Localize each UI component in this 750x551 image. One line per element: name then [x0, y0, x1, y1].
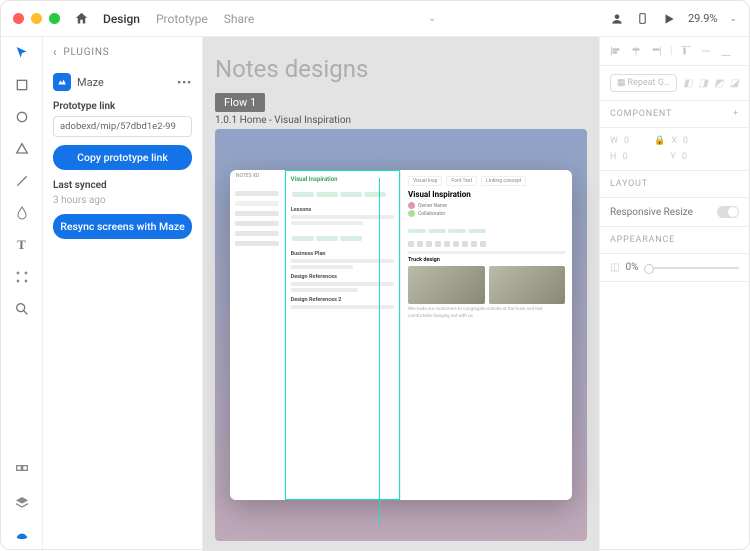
last-synced-value: 3 hours ago	[53, 195, 192, 206]
boolean-exclude-icon[interactable]: ◪	[730, 78, 739, 89]
window-controls[interactable]	[13, 13, 60, 24]
tab-design[interactable]: Design	[103, 12, 140, 26]
last-synced-label: Last synced	[53, 180, 192, 191]
notes-app-preview: NOTES XD Visual Inspiration Lessons Busi…	[230, 170, 572, 500]
preview-middle-pane: Visual Inspiration Lessons Business Plan…	[285, 170, 401, 500]
play-icon[interactable]	[662, 12, 676, 26]
prototype-link-field[interactable]: adobexd/mip/57dbd1e2-99	[53, 116, 192, 137]
panel-title: PLUGINS	[63, 47, 109, 58]
component-header: COMPONENT	[610, 109, 672, 119]
opacity-icon: ◫	[610, 262, 619, 273]
repeat-grid-button[interactable]: ▦Repeat G…	[610, 74, 677, 92]
align-left-icon[interactable]	[610, 45, 622, 57]
maximize-window-icon[interactable]	[49, 13, 60, 24]
select-tool-icon[interactable]	[14, 45, 30, 61]
height-field[interactable]	[622, 152, 646, 162]
artboard-label[interactable]: 1.0.1 Home - Visual Inspiration	[215, 115, 351, 126]
preview-right-title: Visual Inspiration	[408, 190, 565, 199]
boolean-add-icon[interactable]: ◧	[683, 78, 692, 89]
text-tool-icon[interactable]: T	[14, 237, 30, 253]
align-center-h-icon[interactable]	[630, 45, 642, 57]
zoom-level[interactable]: 29.9%	[688, 12, 718, 25]
resync-button[interactable]: Resync screens with Maze	[53, 214, 192, 239]
align-row: |	[600, 37, 749, 66]
pen-tool-icon[interactable]	[14, 205, 30, 221]
flow-badge[interactable]: Flow 1	[215, 93, 265, 112]
responsive-resize-label: Responsive Resize	[610, 207, 693, 218]
prototype-link-label: Prototype link	[53, 101, 192, 112]
minimize-window-icon[interactable]	[31, 13, 42, 24]
preview-sidebar	[230, 170, 285, 500]
opacity-value[interactable]: 0%	[625, 262, 638, 273]
artboard[interactable]: NOTES XD Visual Inspiration Lessons Busi…	[215, 129, 587, 541]
tool-strip: T	[1, 37, 43, 551]
tab-share[interactable]: Share	[224, 12, 255, 26]
preview-right-pane: Visual Insp Font Test Linking concept Vi…	[401, 170, 572, 500]
add-component-icon[interactable]: +	[733, 109, 739, 119]
titlebar: Design Prototype Share ⌄ 29.9% ⌄	[1, 1, 749, 37]
user-icon[interactable]	[610, 12, 624, 26]
polygon-tool-icon[interactable]	[14, 141, 30, 157]
rectangle-tool-icon[interactable]	[14, 77, 30, 93]
canvas[interactable]: Notes designs Flow 1 1.0.1 Home - Visual…	[203, 37, 599, 551]
tab-prototype[interactable]: Prototype	[156, 12, 208, 26]
mode-tabs: Design Prototype Share	[103, 12, 254, 26]
width-field[interactable]	[624, 136, 648, 146]
plugin-menu-icon[interactable]: •••	[177, 76, 192, 89]
align-right-icon[interactable]	[650, 45, 662, 57]
document-dropdown-icon[interactable]: ⌄	[428, 13, 436, 24]
ellipse-tool-icon[interactable]	[14, 109, 30, 125]
copy-link-button[interactable]: Copy prototype link	[53, 145, 192, 170]
boolean-subtract-icon[interactable]: ◨	[699, 78, 708, 89]
x-field[interactable]	[683, 136, 707, 146]
opacity-slider[interactable]	[644, 267, 739, 269]
left-panel: ‹ PLUGINS Maze ••• Prototype link adobex…	[43, 37, 203, 551]
appearance-header: APPEARANCE	[610, 235, 675, 245]
artboard-tool-icon[interactable]	[14, 269, 30, 285]
close-window-icon[interactable]	[13, 13, 24, 24]
preview-mid-title: Visual Inspiration	[291, 176, 394, 183]
plugins-panel-icon[interactable]	[14, 527, 30, 543]
y-field[interactable]	[682, 152, 706, 162]
right-panel: | ▦Repeat G… ◧ ◨ ◩ ◪ COMPONENT + W 🔒 X	[599, 37, 749, 551]
back-icon[interactable]: ‹	[53, 45, 57, 59]
layout-header: LAYOUT	[610, 179, 648, 189]
zoom-tool-icon[interactable]	[14, 301, 30, 317]
align-bottom-icon[interactable]	[720, 45, 732, 57]
plugin-name: Maze	[77, 76, 171, 89]
zoom-dropdown-icon[interactable]: ⌄	[729, 14, 737, 24]
line-tool-icon[interactable]	[14, 173, 30, 189]
assets-panel-icon[interactable]	[14, 463, 30, 479]
layers-panel-icon[interactable]	[14, 495, 30, 511]
mobile-preview-icon[interactable]	[636, 12, 650, 26]
align-middle-icon[interactable]	[700, 45, 712, 57]
responsive-toggle[interactable]	[717, 206, 739, 218]
align-top-icon[interactable]	[680, 45, 692, 57]
boolean-intersect-icon[interactable]: ◩	[714, 78, 723, 89]
maze-logo-icon	[53, 73, 71, 91]
preview-app-title: NOTES XD	[236, 173, 259, 179]
home-icon[interactable]	[74, 11, 89, 26]
canvas-title: Notes designs	[215, 55, 368, 83]
